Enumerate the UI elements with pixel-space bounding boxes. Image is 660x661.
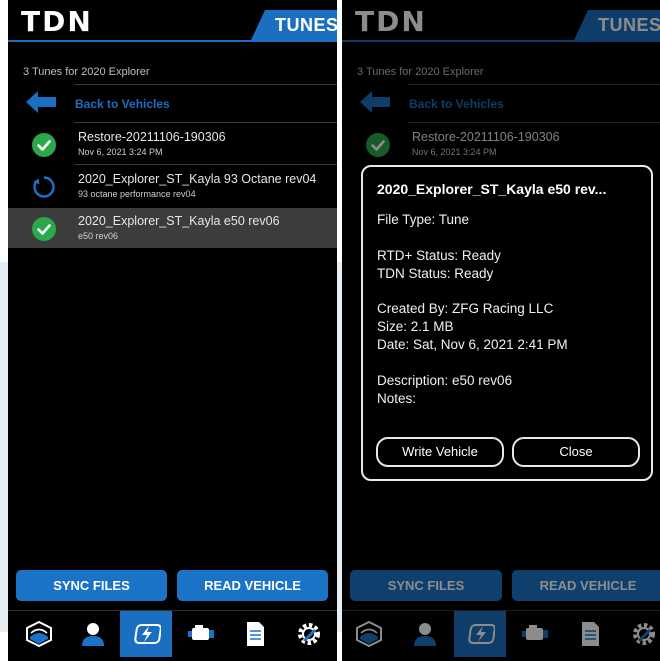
section-title: 3 Tunes for 2020 Explorer — [23, 66, 150, 78]
tune-details-dialog: 2020_Explorer_ST_Kayla e50 rev... File T… — [361, 165, 653, 481]
engine-icon — [187, 620, 215, 648]
back-arrow-icon — [26, 91, 56, 113]
document-icon — [241, 620, 269, 648]
read-vehicle-button[interactable]: READ VEHICLE — [177, 570, 328, 601]
tdn-status: TDN Status: Ready — [377, 266, 494, 281]
tab-vehicles[interactable] — [12, 611, 64, 657]
tab-bar — [8, 610, 337, 661]
file-date: Date: Sat, Nov 6, 2021 2:41 PM — [377, 337, 568, 352]
tune-name: 2020_Explorer_ST_Kayla 93 Octane rev04 — [78, 172, 317, 186]
sync-icon — [32, 175, 56, 199]
file-type: File Type: Tune — [377, 212, 470, 227]
file-size: Size: 2.1 MB — [377, 319, 454, 334]
phone-screen-list: TDN TUNES 3 Tunes for 2020 Explorer Back… — [8, 0, 337, 661]
tab-engine[interactable] — [174, 611, 226, 657]
tunes-icon — [133, 620, 161, 648]
app-logo: TDN — [21, 5, 93, 38]
notes: Notes: — [377, 391, 417, 406]
tune-row-e50[interactable]: 2020_Explorer_ST_Kayla e50 rev06 e50 rev… — [8, 208, 337, 248]
tunes-tab-label: TUNES — [275, 15, 337, 35]
sync-files-button[interactable]: SYNC FILES — [16, 570, 167, 601]
phone-screen-dialog: TDN TUNES 3 Tunes for 2020 Explorer Back… — [342, 0, 660, 661]
divider — [74, 84, 337, 85]
description: Description: e50 rev06 — [377, 373, 513, 388]
tune-subtitle: Nov 6, 2021 3:24 PM — [78, 147, 163, 157]
check-circle-icon — [32, 217, 56, 241]
close-button[interactable]: Close — [512, 437, 640, 467]
tune-name: Restore-20211106-190306 — [78, 130, 226, 144]
write-vehicle-button[interactable]: Write Vehicle — [376, 437, 504, 467]
tune-subtitle: 93 octane performance rev04 — [78, 189, 196, 199]
divider — [74, 122, 337, 123]
settings-icon — [295, 620, 323, 648]
tab-documents[interactable] — [228, 611, 280, 657]
vehicle-icon — [25, 620, 53, 648]
app-header: TDN TUNES — [8, 0, 337, 42]
tune-name: 2020_Explorer_ST_Kayla e50 rev06 — [78, 214, 280, 228]
tune-row-restore[interactable]: Restore-20211106-190306 Nov 6, 2021 3:24… — [8, 124, 337, 164]
tab-settings[interactable] — [282, 611, 334, 657]
tab-profile[interactable] — [66, 611, 118, 657]
tune-list: 3 Tunes for 2020 Explorer Back to Vehicl… — [8, 42, 337, 661]
created-by: Created By: ZFG Racing LLC — [377, 301, 554, 316]
divider — [74, 164, 337, 165]
dialog-title: 2020_Explorer_ST_Kayla e50 rev... — [377, 181, 607, 197]
tune-subtitle: e50 rev06 — [78, 231, 119, 241]
profile-icon — [79, 620, 107, 648]
back-label: Back to Vehicles — [75, 97, 170, 111]
check-circle-icon — [32, 133, 56, 157]
rtd-status: RTD+ Status: Ready — [377, 248, 501, 263]
tab-tunes[interactable] — [120, 611, 172, 657]
tune-row-93-octane[interactable]: 2020_Explorer_ST_Kayla 93 Octane rev04 9… — [8, 166, 337, 206]
tunes-tab[interactable]: TUNES — [251, 10, 337, 40]
back-to-vehicles-button[interactable]: Back to Vehicles — [8, 84, 337, 122]
